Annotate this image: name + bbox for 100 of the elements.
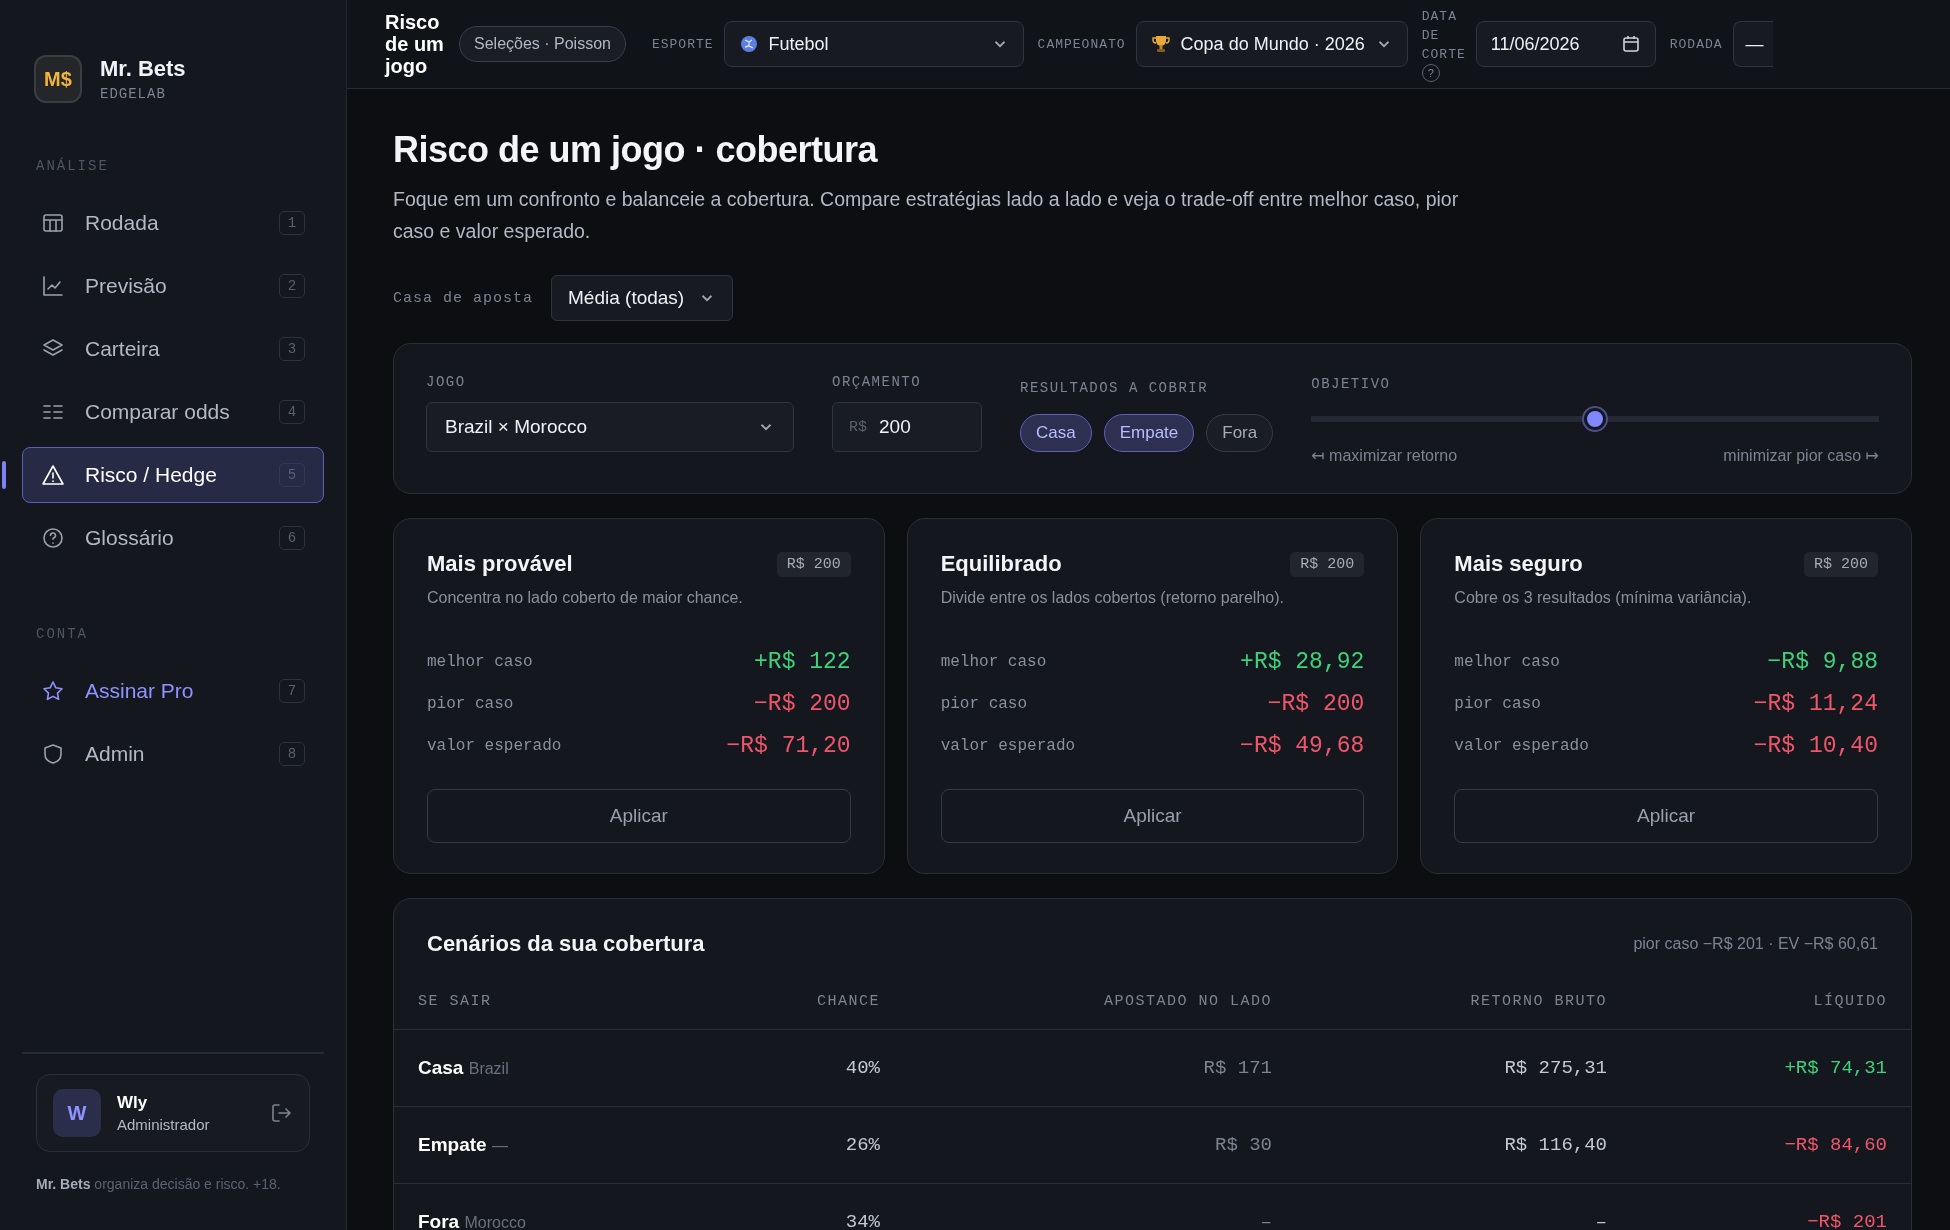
filter-label: ESPORTE xyxy=(651,36,714,52)
model-pill: Seleções · Poisson xyxy=(459,26,626,62)
metric-label: pior caso xyxy=(940,695,1028,713)
metric-value: −R$ 9,88 xyxy=(1767,649,1878,675)
column-header: LÍQUIDO xyxy=(1812,992,1887,1010)
avatar: W xyxy=(53,1089,101,1137)
game-select[interactable]: Brazil × Morocco xyxy=(426,402,794,452)
card-title: Mais provável xyxy=(427,551,573,577)
logo: M$ xyxy=(34,55,82,103)
outcome-chip[interactable]: Casa xyxy=(1020,414,1092,452)
brand-subtitle: EDGELAB xyxy=(100,86,167,102)
apply-button[interactable]: Aplicar xyxy=(940,789,1365,843)
star-icon xyxy=(41,679,65,703)
card-description: Divide entre os lados cobertos (retorno parelho). xyxy=(940,589,1285,607)
field-label: RESULTADOS A COBRIR xyxy=(1020,380,1210,396)
shortcut-key: 4 xyxy=(279,400,305,424)
filter-label: DATA DE CORTE xyxy=(1421,7,1466,64)
card-description: Concentra no lado coberto de maior chance. xyxy=(427,589,744,607)
filter-select[interactable]: Copa do Mundo · 2026 xyxy=(1135,21,1408,67)
shortcut-key: 1 xyxy=(279,211,305,235)
page-title: Risco de um jogo xyxy=(385,11,445,77)
metric-value: −R$ 10,40 xyxy=(1753,733,1878,759)
column-header: RETORNO BRUTO xyxy=(1469,992,1607,1010)
column-header: CHANCE xyxy=(816,992,880,1010)
metric-value: +R$ 28,92 xyxy=(1240,649,1365,675)
budget-field[interactable]: R$ 200 xyxy=(832,402,982,452)
apply-button[interactable]: Aplicar xyxy=(427,789,851,843)
filter-select[interactable]: — xyxy=(1732,21,1773,67)
shortcut-key: 6 xyxy=(279,526,305,550)
page-heading: Risco de um jogo · cobertura xyxy=(393,129,879,171)
table-cell-text: R$ 171 xyxy=(1202,1057,1272,1079)
table-cell-text: R$ 30 xyxy=(1214,1134,1272,1156)
table-cell-text: +R$ 74,31 xyxy=(1783,1057,1887,1079)
section-title: ANÁLISE xyxy=(35,158,110,174)
table-cell-text: −R$ 201 xyxy=(1806,1211,1887,1230)
nav-item[interactable]: Comparar odds 4 xyxy=(22,384,324,440)
apply-button[interactable]: Aplicar xyxy=(1454,789,1878,843)
shortcut-key: 8 xyxy=(279,742,305,766)
table-cell-text: R$ 116,40 xyxy=(1503,1134,1607,1156)
stake-badge: R$ 200 xyxy=(776,551,851,577)
field-label: Casa de aposta xyxy=(393,289,534,307)
section-title: CONTA xyxy=(35,626,89,642)
active-indicator xyxy=(2,461,6,489)
card-title: Mais seguro xyxy=(1454,551,1583,577)
slider-caption: minimizar pior caso ↦ xyxy=(1723,446,1879,465)
nav-item[interactable]: Previsão 2 xyxy=(22,258,324,314)
metric-label: melhor caso xyxy=(1454,653,1560,671)
nav-item[interactable]: Carteira 3 xyxy=(22,321,324,377)
metric-label: valor esperado xyxy=(1454,737,1589,755)
table-cell-text: – xyxy=(1259,1211,1272,1230)
table-icon xyxy=(41,211,65,235)
chart-icon xyxy=(41,274,65,298)
nav-item[interactable]: Glossário 6 xyxy=(22,510,324,566)
footer-text: Mr. Bets organiza decisão e risco. +18. xyxy=(36,1176,282,1192)
trophy-icon xyxy=(1150,34,1171,54)
table-cell-text: Empate — xyxy=(418,1134,509,1156)
metric-label: valor esperado xyxy=(940,737,1076,755)
card-title: Cenários da sua cobertura xyxy=(427,931,705,957)
slider-thumb[interactable] xyxy=(1582,406,1609,432)
field-label: OBJETIVO xyxy=(1311,376,1392,392)
nav-item[interactable]: Admin 8 xyxy=(22,726,324,782)
column-header: SE SAIR xyxy=(418,992,493,1010)
metric-value: −R$ 200 xyxy=(754,691,851,717)
nav-item[interactable]: Assinar Pro 7 xyxy=(22,663,324,719)
slider-caption: ↤ maximizar retorno xyxy=(1311,446,1458,465)
table-cell-text: R$ 275,31 xyxy=(1503,1057,1607,1079)
field-label: ORÇAMENTO xyxy=(832,374,923,390)
column-header: APOSTADO NO LADO xyxy=(1102,992,1272,1010)
table-cell-text: 40% xyxy=(844,1057,880,1079)
warning-icon xyxy=(41,463,65,487)
table-cell-text: 34% xyxy=(844,1211,880,1230)
filter-select[interactable]: Futebol xyxy=(723,21,1024,67)
field-label: JOGO xyxy=(426,374,467,390)
user-name: Wly xyxy=(117,1093,149,1113)
logout-icon[interactable] xyxy=(269,1101,293,1125)
user-role: Administrador xyxy=(117,1116,211,1133)
metric-value: −R$ 71,20 xyxy=(726,733,851,759)
calendar-icon xyxy=(1620,34,1641,54)
brand-name: Mr. Bets xyxy=(100,56,186,82)
stake-badge: R$ 200 xyxy=(1803,551,1878,577)
page-description: Foque em um confronto e balanceie a cobertura. Compare estratégias lado a lado e veja o trade-off entre melhor caso, pior caso e valor esperado. xyxy=(393,187,1460,244)
summary-text: pior caso −R$ 201 · EV −R$ 60,61 xyxy=(1633,935,1878,953)
nav-item[interactable]: Rodada 1 xyxy=(22,195,324,251)
metric-value: +R$ 122 xyxy=(754,649,851,675)
metric-label: melhor caso xyxy=(940,653,1047,671)
table-cell-text: – xyxy=(1594,1211,1607,1230)
outcome-chip[interactable]: Fora xyxy=(1206,414,1274,452)
bookmaker-select[interactable]: Média (todas) xyxy=(551,275,734,321)
filter-label: RODADA xyxy=(1669,36,1723,52)
outcome-chip[interactable]: Empate xyxy=(1103,414,1195,452)
table-cell-text: 26% xyxy=(844,1134,880,1156)
metric-value: −R$ 11,24 xyxy=(1753,691,1878,717)
table-cell-text: −R$ 84,60 xyxy=(1783,1134,1887,1156)
metric-label: valor esperado xyxy=(427,737,562,755)
table-cell-text: Casa Brazil xyxy=(418,1057,510,1079)
metric-label: pior caso xyxy=(1454,695,1541,713)
stake-badge: R$ 200 xyxy=(1290,551,1365,577)
date-field[interactable]: 11/06/2026 xyxy=(1475,21,1656,67)
card-title: Equilibrado xyxy=(940,551,1062,577)
help-icon xyxy=(41,526,65,550)
